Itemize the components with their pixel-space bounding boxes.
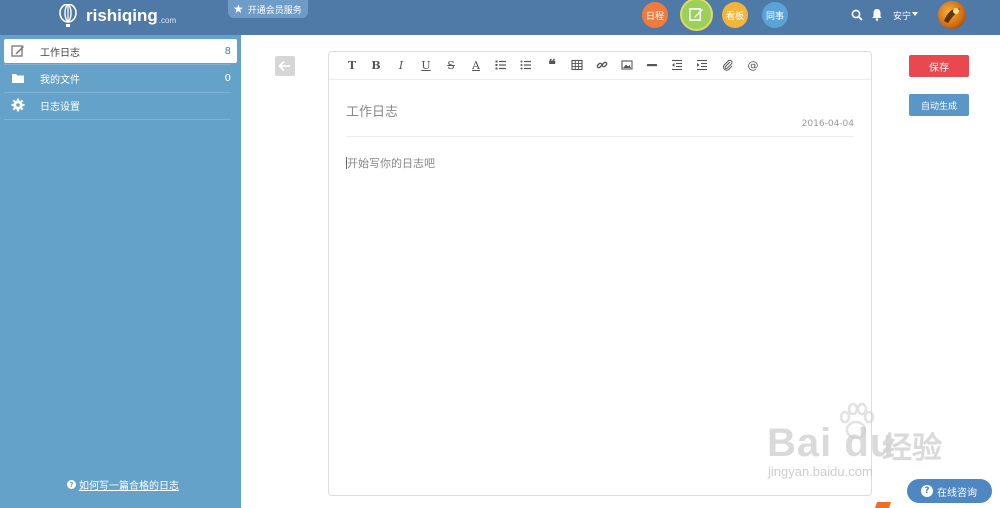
edit-icon: [11, 45, 24, 57]
nav-schedule-button[interactable]: 日程: [642, 2, 668, 28]
sidebar-item-label: 工作日志: [40, 47, 80, 59]
user-name[interactable]: 安宁: [893, 9, 911, 22]
font-color-button[interactable]: A: [469, 58, 483, 72]
caret-down-icon[interactable]: [912, 12, 918, 16]
attachment-icon[interactable]: [721, 58, 735, 72]
outdent-icon[interactable]: [670, 58, 684, 72]
unordered-list-icon[interactable]: [519, 58, 533, 72]
ordered-list-icon[interactable]: [494, 58, 508, 72]
editor-toolbar: T B I U S A ❝ @: [329, 52, 871, 80]
edit-icon: [689, 8, 704, 21]
vip-badge[interactable]: ★ 开通会员服务: [228, 0, 308, 18]
paw-watermark-icon: [839, 402, 875, 440]
title-divider: [346, 136, 854, 137]
question-icon: ?: [921, 485, 933, 497]
auto-generate-button[interactable]: 自动生成: [909, 94, 969, 116]
sidebar-item-label: 日志设置: [40, 101, 80, 113]
sidebar-item-count: 8: [224, 45, 231, 57]
log-date: 2016-04-04: [801, 119, 854, 129]
help-link[interactable]: ? 如何写一篇合格的日志: [67, 477, 179, 492]
image-icon[interactable]: [620, 58, 634, 72]
question-icon: ?: [67, 480, 76, 489]
sidebar-item-work-log[interactable]: 工作日志 8: [4, 39, 237, 63]
quote-icon[interactable]: ❝: [545, 57, 559, 73]
underline-button[interactable]: U: [419, 58, 433, 72]
vip-badge-label: 开通会员服务: [247, 5, 302, 16]
watermark-url: jingyan.baidu.com: [768, 464, 873, 479]
indent-icon[interactable]: [695, 58, 709, 72]
sidebar-item-log-settings[interactable]: 日志设置: [4, 93, 237, 117]
nav-coworker-button[interactable]: 同事: [762, 2, 788, 28]
at-icon[interactable]: @: [746, 58, 760, 72]
app-logo[interactable]: rishiqing .com: [58, 3, 176, 29]
log-title[interactable]: 工作日志: [346, 101, 398, 120]
link-icon[interactable]: [595, 58, 609, 72]
divider: [4, 64, 231, 65]
nav-log-button[interactable]: [680, 0, 713, 31]
nav-coworker-label: 同事: [765, 11, 784, 22]
back-button[interactable]: [275, 56, 295, 76]
sidebar-item-label: 我的文件: [40, 74, 80, 86]
avatar-image: [944, 8, 960, 23]
top-bar: rishiqing .com ★ 开通会员服务 日程 看板 同事 安宁: [0, 0, 1000, 35]
online-consult-label: 在线咨询: [937, 487, 977, 499]
nav-board-label: 看板: [725, 11, 744, 22]
balloon-logo-icon: [59, 4, 77, 27]
nav-board-button[interactable]: 看板: [722, 2, 748, 28]
star-icon: ★: [233, 2, 244, 16]
online-consult-button[interactable]: ? 在线咨询: [907, 479, 992, 503]
log-body-input[interactable]: 开始写你的日志吧: [346, 155, 435, 171]
bold-button[interactable]: B: [369, 58, 383, 72]
logo-suffix: .com: [158, 15, 177, 25]
sidebar-item-count: 0: [224, 72, 231, 84]
log-body-placeholder: 开始写你的日志吧: [347, 157, 435, 170]
strikethrough-button[interactable]: S: [444, 58, 458, 72]
search-icon[interactable]: [851, 9, 863, 21]
heading-button[interactable]: T: [345, 58, 359, 72]
sidebar-item-my-files[interactable]: 我的文件 0: [4, 66, 237, 90]
bell-icon[interactable]: [871, 8, 883, 21]
jingyan-watermark: 经验: [882, 431, 942, 466]
italic-button[interactable]: I: [394, 58, 408, 72]
corner-decoration: [874, 502, 892, 508]
avatar[interactable]: [938, 1, 966, 29]
logo-text: rishiqing: [86, 6, 158, 25]
nav-schedule-label: 日程: [645, 11, 664, 22]
sidebar: 工作日志 8 我的文件 0 日志设置: [0, 35, 241, 508]
gear-icon: [11, 98, 25, 112]
arrow-left-icon: [278, 60, 290, 72]
save-button[interactable]: 保存: [909, 55, 969, 77]
folder-icon: [12, 74, 24, 83]
help-link-label: 如何写一篇合格的日志: [79, 481, 179, 492]
hr-icon[interactable]: [645, 58, 659, 72]
table-icon[interactable]: [570, 58, 584, 72]
divider: [4, 119, 231, 120]
